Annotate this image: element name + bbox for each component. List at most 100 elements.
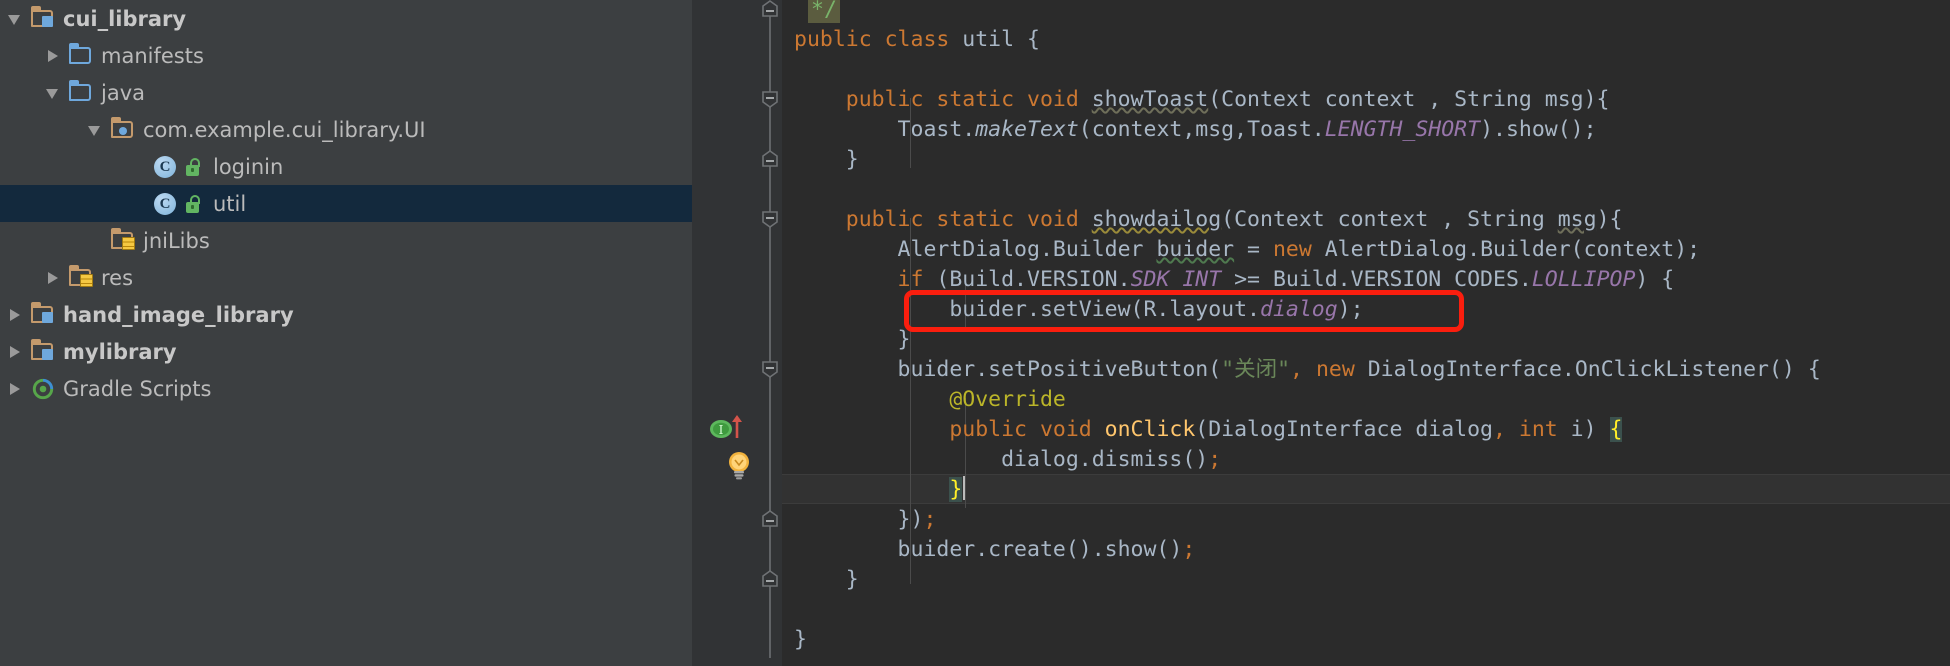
- tree-item-manifests[interactable]: manifests: [0, 37, 692, 74]
- java-class-icon: C: [152, 155, 178, 179]
- keyword-token: if: [794, 267, 924, 292]
- code-line-6: }: [794, 145, 859, 175]
- comment-end-token: */: [808, 0, 840, 23]
- chevron-right-icon[interactable]: [42, 45, 64, 67]
- chevron-right-icon[interactable]: [4, 341, 26, 363]
- tree-item-res[interactable]: res: [0, 259, 692, 296]
- punct-token: ;: [1208, 447, 1222, 472]
- code-line-16: dialog.dismiss();: [794, 445, 1221, 475]
- fold-marker-collapse-down-icon[interactable]: [761, 90, 779, 108]
- punct-token: ;: [1182, 537, 1196, 562]
- code-line-12: }: [794, 325, 911, 355]
- fold-marker-collapse-up-icon[interactable]: [761, 0, 779, 18]
- tree-item-mylibrary[interactable]: mylibrary: [0, 333, 692, 370]
- expr-token: ) {: [1635, 267, 1675, 292]
- method-name-token: showdailog: [1091, 207, 1222, 232]
- code-line-19: buider.create().show();: [794, 535, 1196, 565]
- resource-id-token: dialog: [1260, 297, 1338, 322]
- tree-item-label: java: [101, 80, 145, 105]
- brace-token: }: [794, 327, 911, 352]
- chevron-right-icon[interactable]: [4, 304, 26, 326]
- chevron-down-icon[interactable]: [42, 82, 64, 104]
- expr-token: ).show();: [1480, 117, 1597, 142]
- code-line-1: */: [808, 0, 840, 25]
- operator-token: =: [1234, 237, 1273, 262]
- code-line-18: });: [794, 505, 937, 535]
- method-name-token: showToast: [1091, 87, 1209, 112]
- implementing-method-icon[interactable]: I: [708, 414, 748, 440]
- tree-item-util[interactable]: C util: [0, 185, 692, 222]
- code-line-22: }: [794, 625, 807, 655]
- unlocked-padlock-icon: [183, 193, 203, 215]
- android-studio-window: cui_library manifests java com.example.c…: [0, 0, 1950, 666]
- code-line-9: AlertDialog.Builder buider = new AlertDi…: [794, 235, 1701, 265]
- matched-brace-token: }: [949, 477, 963, 502]
- chevron-right-icon[interactable]: [4, 378, 26, 400]
- string-literal-token: "关闭": [1221, 357, 1291, 382]
- resource-folder-icon: [68, 264, 94, 290]
- tree-item-label: jniLibs: [143, 228, 210, 253]
- package-folder-icon: [110, 116, 136, 142]
- gradle-icon: [30, 377, 56, 401]
- expr-token: Toast.: [794, 117, 976, 142]
- tree-item-label: util: [213, 191, 247, 216]
- expr-token: (context: [1078, 117, 1183, 142]
- code-line-8: public static void showdailog(Context co…: [794, 205, 1623, 235]
- param-token: i): [1557, 417, 1610, 442]
- tree-item-label: com.example.cui_library.UI: [143, 117, 426, 142]
- tree-item-label: manifests: [101, 43, 204, 68]
- code-line-20: }: [794, 565, 859, 595]
- tree-item-label: res: [101, 265, 134, 290]
- tree-item-label: hand_image_library: [63, 302, 294, 327]
- tree-item-label: cui_library: [63, 6, 187, 31]
- keyword-token: new: [1272, 237, 1312, 262]
- tree-item-hand-image-library[interactable]: hand_image_library: [0, 296, 692, 333]
- keyword-token: int: [1505, 417, 1558, 442]
- brace-token: }: [794, 567, 859, 592]
- code-text-area[interactable]: */ public class util { public static voi…: [782, 0, 1950, 666]
- tree-item-java[interactable]: java: [0, 74, 692, 111]
- tree-item-jnilibs[interactable]: jniLibs: [0, 222, 692, 259]
- class-name-token: util {: [949, 27, 1040, 52]
- constant-token: LOLLIPOP: [1531, 267, 1636, 292]
- chevron-down-icon[interactable]: [4, 8, 26, 30]
- fold-marker-collapse-down-icon[interactable]: [761, 210, 779, 228]
- tree-item-loginin[interactable]: C loginin: [0, 148, 692, 185]
- expr-token: >= Build.VERSION_CODES.: [1221, 267, 1532, 292]
- expr-token: DialogInterface.OnClickListener() {: [1354, 357, 1821, 382]
- blue-folder-icon: [68, 42, 94, 68]
- fold-marker-collapse-down-icon[interactable]: [761, 360, 779, 378]
- expr-token: buider.setPositiveButton(: [794, 357, 1222, 382]
- fold-marker-collapse-up-icon[interactable]: [761, 570, 779, 588]
- tree-item-cui-library[interactable]: cui_library: [0, 0, 692, 37]
- expr-token: AlertDialog.Builder(context);: [1311, 237, 1701, 262]
- text-caret: [963, 476, 966, 500]
- java-class-icon: C: [152, 192, 178, 216]
- unlocked-padlock-icon: [183, 156, 203, 178]
- constant-token: LENGTH_SHORT: [1324, 117, 1481, 142]
- intention-bulb-icon[interactable]: [726, 450, 752, 480]
- keyword-token: public static void: [794, 87, 1092, 112]
- module-folder-icon: [30, 301, 56, 327]
- method-name-token: onClick: [1104, 417, 1196, 442]
- expr-token: }): [794, 507, 924, 532]
- code-folding-strip[interactable]: [758, 0, 782, 666]
- param-token: msg: [1557, 207, 1597, 232]
- code-line-13: buider.setPositiveButton("关闭", new Dialo…: [794, 355, 1821, 385]
- editor-gutter[interactable]: I: [692, 0, 758, 666]
- chevron-right-icon[interactable]: [42, 267, 64, 289]
- expr-token: dialog.dismiss(): [794, 447, 1209, 472]
- tree-item-package[interactable]: com.example.cui_library.UI: [0, 111, 692, 148]
- fold-marker-collapse-up-icon[interactable]: [761, 510, 779, 528]
- code-line-17: }: [794, 475, 966, 505]
- code-editor[interactable]: I */ public class util {public static v…: [692, 0, 1950, 666]
- tree-item-gradle-scripts[interactable]: Gradle Scripts: [0, 370, 692, 407]
- variable-token: buider: [1156, 237, 1235, 262]
- code-line-14: @Override: [794, 385, 1066, 415]
- chevron-down-icon[interactable]: [84, 119, 106, 141]
- module-folder-icon: [30, 338, 56, 364]
- expr-token: (Build.VERSION.: [923, 267, 1131, 292]
- code-line-11: buider.setView(R.layout.dialog);: [794, 295, 1363, 325]
- expr-token: buider.setView(R.layout.: [794, 297, 1260, 322]
- fold-marker-collapse-up-icon[interactable]: [761, 150, 779, 168]
